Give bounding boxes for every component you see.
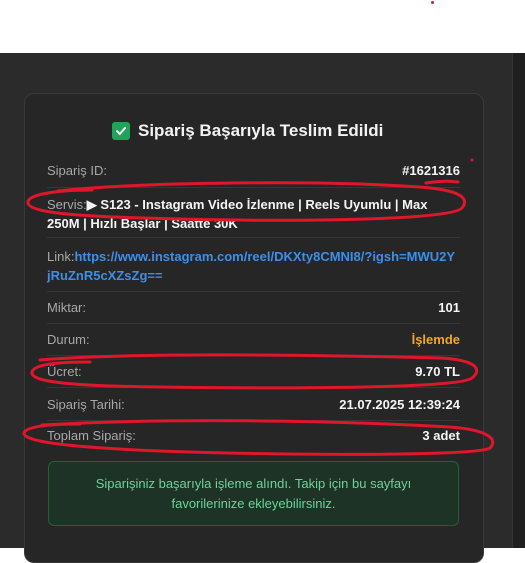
total-orders-value: 3 adet	[422, 428, 460, 443]
price-value: 9.70 TL	[415, 364, 460, 379]
divider	[47, 387, 460, 388]
total-orders-label: Toplam Sipariş:	[47, 428, 136, 443]
status-badge: İşlemde	[411, 332, 460, 347]
order-id-label: Sipariş ID:	[47, 163, 107, 178]
service-row: Servis:▶ S123 - Instagram Video İzlenme …	[47, 195, 462, 233]
order-date-label: Sipariş Tarihi:	[47, 397, 125, 412]
scrollbar[interactable]	[512, 53, 525, 548]
success-notice: Siparişiniz başarıyla işleme alındı. Tak…	[48, 461, 459, 526]
service-label: Servis:	[47, 197, 87, 212]
order-date-value: 21.07.2025 12:39:24	[339, 397, 460, 412]
check-square-icon	[112, 122, 130, 140]
quantity-label: Miktar:	[47, 300, 86, 315]
annotation-dot	[431, 1, 434, 4]
status-label: Durum:	[47, 332, 90, 347]
divider	[47, 237, 460, 238]
divider	[47, 291, 460, 292]
service-value: ▶ S123 - Instagram Video İzlenme | Reels…	[47, 197, 428, 231]
success-notice-text: Siparişiniz başarıyla işleme alındı. Tak…	[95, 475, 412, 511]
link-row: Link:https://www.instagram.com/reel/DKXt…	[47, 247, 457, 285]
order-id-value: #1621316	[402, 163, 460, 178]
price-label: Ücret:	[47, 364, 82, 379]
page-title: Sipariş Başarıyla Teslim Edildi	[138, 121, 384, 140]
card-title: Sipariş Başarıyla Teslim Edildi	[112, 121, 383, 141]
divider	[47, 187, 460, 188]
divider	[47, 323, 460, 324]
link-label: Link:	[47, 249, 75, 264]
quantity-value: 101	[438, 300, 460, 315]
divider	[47, 355, 460, 356]
order-link[interactable]: https://www.instagram.com/reel/DKXty8CMN…	[47, 249, 455, 283]
divider	[47, 420, 460, 421]
top-white-bar	[0, 0, 525, 53]
